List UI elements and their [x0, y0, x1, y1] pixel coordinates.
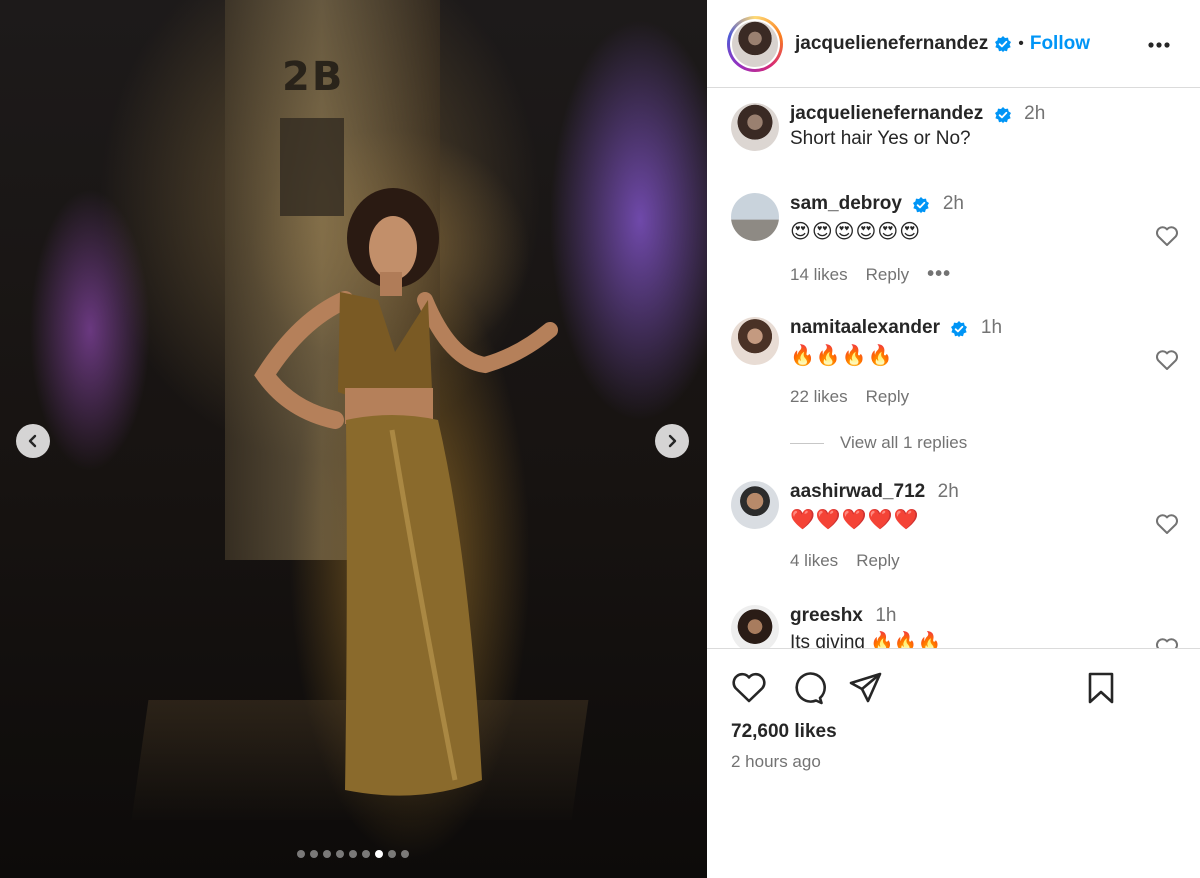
chevron-left-icon: [28, 434, 37, 448]
caption-username[interactable]: jacquelienefernandez: [790, 103, 983, 124]
carousel-dot: [297, 850, 305, 858]
verified-badge-icon: [994, 106, 1011, 123]
chevron-right-icon: [668, 434, 677, 448]
comment-username[interactable]: aashirwad_712: [790, 481, 925, 502]
carousel-dot: [336, 850, 344, 858]
comment-username[interactable]: namitaalexander: [790, 317, 940, 338]
commenter-avatar[interactable]: [731, 481, 779, 529]
comment-username[interactable]: sam_debroy: [790, 193, 902, 214]
commenter-avatar[interactable]: [731, 193, 779, 241]
carousel-dot: [388, 850, 396, 858]
author-username[interactable]: jacquelienefernandez: [795, 33, 988, 55]
comments-list[interactable]: jacquelienefernandez 2h Short hair Yes o…: [707, 88, 1200, 648]
comment-text: Its giving 🔥🔥🔥: [790, 632, 942, 648]
likes-count[interactable]: 72,600 likes: [731, 721, 837, 743]
header-separator: •: [1018, 34, 1024, 52]
bookmark-icon[interactable]: [1084, 671, 1118, 705]
carousel-dot: [349, 850, 357, 858]
reply-button[interactable]: Reply: [856, 551, 899, 571]
commenter-avatar[interactable]: [731, 317, 779, 365]
model-figure: [254, 188, 558, 796]
heart-icon[interactable]: [1155, 225, 1179, 247]
carousel-dot: [401, 850, 409, 858]
comment-item: greeshx 1h Its giving 🔥🔥🔥: [731, 605, 1191, 648]
comment-item: namitaalexander 1h 🔥🔥🔥🔥 22 likes Reply: [731, 317, 1191, 417]
comment-options-icon[interactable]: •••: [927, 263, 951, 286]
carousel-dot: [323, 850, 331, 858]
comment-likes[interactable]: 4 likes: [790, 551, 838, 571]
reply-button[interactable]: Reply: [866, 265, 909, 285]
follow-button[interactable]: Follow: [1030, 33, 1090, 55]
post-sidebar: jacquelienefernandez • Follow jacquelien…: [707, 0, 1200, 878]
comment-item: aashirwad_712 2h ❤️❤️❤️❤️❤️ 4 likes Repl…: [731, 481, 1191, 581]
comment-timestamp: 1h: [980, 317, 1003, 338]
comment-text: 😍😍😍😍😍😍: [790, 219, 922, 243]
author-avatar[interactable]: [731, 103, 779, 151]
heart-icon[interactable]: [1155, 513, 1179, 535]
post-header: jacquelienefernandez • Follow: [707, 0, 1200, 88]
reply-button[interactable]: Reply: [866, 387, 909, 407]
author-avatar: [732, 20, 778, 67]
heart-icon[interactable]: [1155, 349, 1179, 371]
caption-text: Short hair Yes or No?: [790, 128, 971, 149]
carousel-indicator: [297, 850, 409, 858]
view-replies-button[interactable]: View all 1 replies: [790, 433, 967, 453]
comment-likes[interactable]: 22 likes: [790, 387, 848, 407]
comment-username[interactable]: greeshx: [790, 605, 863, 626]
comment-timestamp: 1h: [875, 605, 897, 626]
verified-badge-icon: [951, 320, 968, 337]
heart-icon[interactable]: [1155, 637, 1179, 648]
comment-item: sam_debroy 2h 😍😍😍😍😍😍 14 likes Reply •••: [731, 193, 1191, 293]
carousel-dot: [310, 850, 318, 858]
verified-badge-icon: [913, 196, 930, 213]
carousel-dot: [362, 850, 370, 858]
post-actions: 72,600 likes 2 hours ago: [707, 648, 1200, 878]
comment-text: ❤️❤️❤️❤️❤️: [790, 507, 920, 531]
more-options-icon[interactable]: [1146, 32, 1172, 58]
carousel-dot-active: [375, 850, 383, 858]
comment-timestamp: 2h: [942, 193, 964, 214]
next-slide-button[interactable]: [655, 424, 689, 458]
previous-slide-button[interactable]: [16, 424, 50, 458]
post-photo: 2B: [0, 0, 707, 878]
view-replies-label: View all 1 replies: [840, 433, 968, 452]
verified-badge-icon: [995, 35, 1012, 52]
commenter-avatar[interactable]: [731, 605, 779, 648]
author-story-ring[interactable]: [727, 15, 783, 72]
comment-likes[interactable]: 14 likes: [790, 265, 848, 285]
post-timestamp: 2 hours ago: [731, 752, 821, 771]
share-icon[interactable]: [848, 671, 884, 705]
heart-icon[interactable]: [731, 671, 767, 705]
view-replies-line: [790, 442, 824, 444]
comment-icon[interactable]: [790, 671, 826, 705]
comment-timestamp: 2h: [937, 481, 959, 502]
caption-timestamp: 2h: [1024, 103, 1046, 124]
comment-text: 🔥🔥🔥🔥: [790, 343, 894, 367]
caption-item: jacquelienefernandez 2h Short hair Yes o…: [731, 103, 1191, 163]
